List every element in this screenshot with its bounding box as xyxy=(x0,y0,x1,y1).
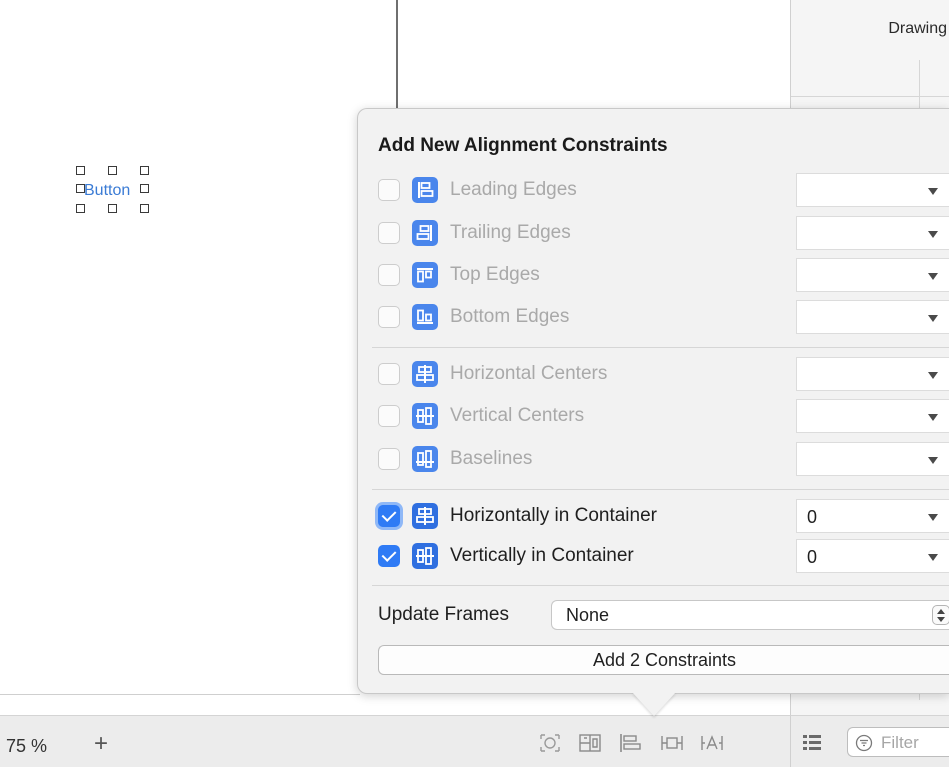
alignment-constraints-popover: Add New Alignment Constraints Leading Ed… xyxy=(357,108,949,694)
filter-placeholder: Filter xyxy=(881,733,919,752)
leading-edges-label: Leading Edges xyxy=(450,179,577,200)
top-edges-value-dropdown[interactable] xyxy=(796,258,949,292)
button-title: Button xyxy=(84,182,131,199)
horizontally-in-container-checkbox[interactable] xyxy=(378,505,400,527)
filter-icon xyxy=(855,734,873,752)
constraint-row-horizontal-centers: Horizontal Centers xyxy=(376,357,949,391)
chevron-down-icon xyxy=(928,188,938,195)
constraint-row-bottom-edges: Bottom Edges xyxy=(376,300,949,334)
top-edges-checkbox[interactable] xyxy=(378,264,400,286)
top-edges-label: Top Edges xyxy=(450,264,540,285)
vertically-in-container-checkbox[interactable] xyxy=(378,545,400,567)
horizontal-centers-value-dropdown[interactable] xyxy=(796,357,949,391)
vertically-in-container-icon xyxy=(412,543,438,569)
constraint-row-trailing-edges: Trailing Edges xyxy=(376,216,949,250)
horizontally-in-container-label: Horizontally in Container xyxy=(450,505,657,526)
vertical-centers-checkbox[interactable] xyxy=(378,405,400,427)
filter-field[interactable]: Filter xyxy=(847,727,949,757)
resize-handle[interactable] xyxy=(140,204,149,213)
chevron-down-icon xyxy=(928,554,938,561)
inspector-bottom-bar: Filter xyxy=(790,715,949,767)
constraint-row-vertical-centers: Vertical Centers xyxy=(376,399,949,433)
trailing-edges-icon xyxy=(412,220,438,246)
top-edges-icon xyxy=(412,262,438,288)
chevron-down-icon xyxy=(928,372,938,379)
vertically-in-container-label: Vertically in Container xyxy=(450,545,634,566)
baselines-checkbox[interactable] xyxy=(378,448,400,470)
resize-handle[interactable] xyxy=(140,184,149,193)
section-divider xyxy=(372,347,949,348)
popover-title: Add New Alignment Constraints xyxy=(378,135,668,156)
update-frames-icon[interactable] xyxy=(538,732,562,754)
bottom-edges-label: Bottom Edges xyxy=(450,306,570,327)
chevron-down-icon xyxy=(928,231,938,238)
zoom-level[interactable]: 75 % xyxy=(6,736,47,757)
vertically-in-container-value-dropdown[interactable]: 0 xyxy=(796,539,949,573)
pin-icon[interactable] xyxy=(660,732,684,754)
baselines-value-dropdown[interactable] xyxy=(796,442,949,476)
resize-handle[interactable] xyxy=(140,166,149,175)
up-down-arrows-icon xyxy=(932,605,949,625)
update-frames-label: Update Frames xyxy=(378,604,509,625)
canvas-divider xyxy=(0,694,360,695)
resolve-issues-icon[interactable] xyxy=(700,732,724,754)
section-divider xyxy=(372,585,949,586)
zoom-in-button[interactable]: + xyxy=(94,730,108,758)
leading-edges-icon xyxy=(412,177,438,203)
chevron-down-icon xyxy=(928,273,938,280)
horizontal-centers-icon xyxy=(412,361,438,387)
vertical-centers-value-dropdown[interactable] xyxy=(796,399,949,433)
canvas-bottom-bar: 75 % + xyxy=(0,715,790,767)
leading-edges-value-dropdown[interactable] xyxy=(796,173,949,207)
resize-handle[interactable] xyxy=(76,204,85,213)
baselines-label: Baselines xyxy=(450,448,533,469)
resize-handle[interactable] xyxy=(76,166,85,175)
horizontally-in-container-icon xyxy=(412,503,438,529)
chevron-down-icon xyxy=(928,315,938,322)
vertical-centers-label: Vertical Centers xyxy=(450,405,585,426)
selected-button[interactable]: Button xyxy=(70,160,160,222)
resize-handle[interactable] xyxy=(108,204,117,213)
section-divider xyxy=(372,489,949,490)
constraint-row-vertically-in-container: Vertically in Container 0 xyxy=(376,539,949,573)
inspector-divider xyxy=(791,96,949,97)
bottom-edges-checkbox[interactable] xyxy=(378,306,400,328)
horizontally-in-container-value-dropdown[interactable]: 0 xyxy=(796,499,949,533)
bottom-edges-icon xyxy=(412,304,438,330)
popover-pointer xyxy=(632,692,676,716)
horizontal-centers-label: Horizontal Centers xyxy=(450,363,608,384)
inspector-title: Drawing xyxy=(888,20,947,37)
trailing-edges-value-dropdown[interactable] xyxy=(796,216,949,250)
resize-handle[interactable] xyxy=(108,166,117,175)
horizontal-centers-checkbox[interactable] xyxy=(378,363,400,385)
chevron-down-icon xyxy=(928,457,938,464)
baselines-icon xyxy=(412,446,438,472)
leading-edges-checkbox[interactable] xyxy=(378,179,400,201)
vertical-centers-icon xyxy=(412,403,438,429)
constraint-row-leading-edges: Leading Edges xyxy=(376,173,949,207)
update-frames-value: None xyxy=(566,605,610,625)
stack-icon[interactable] xyxy=(578,732,602,754)
align-icon[interactable] xyxy=(618,732,642,754)
outline-list-icon[interactable] xyxy=(801,732,823,754)
add-constraints-button[interactable]: Add 2 Constraints xyxy=(378,645,949,675)
chevron-down-icon xyxy=(928,414,938,421)
constraint-row-horizontally-in-container: Horizontally in Container 0 xyxy=(376,499,949,533)
trailing-edges-label: Trailing Edges xyxy=(450,222,571,243)
constraint-row-baselines: Baselines xyxy=(376,442,949,476)
bottom-edges-value-dropdown[interactable] xyxy=(796,300,949,334)
constraint-row-top-edges: Top Edges xyxy=(376,258,949,292)
chevron-down-icon xyxy=(928,514,938,521)
trailing-edges-checkbox[interactable] xyxy=(378,222,400,244)
update-frames-select[interactable]: None xyxy=(551,600,949,630)
